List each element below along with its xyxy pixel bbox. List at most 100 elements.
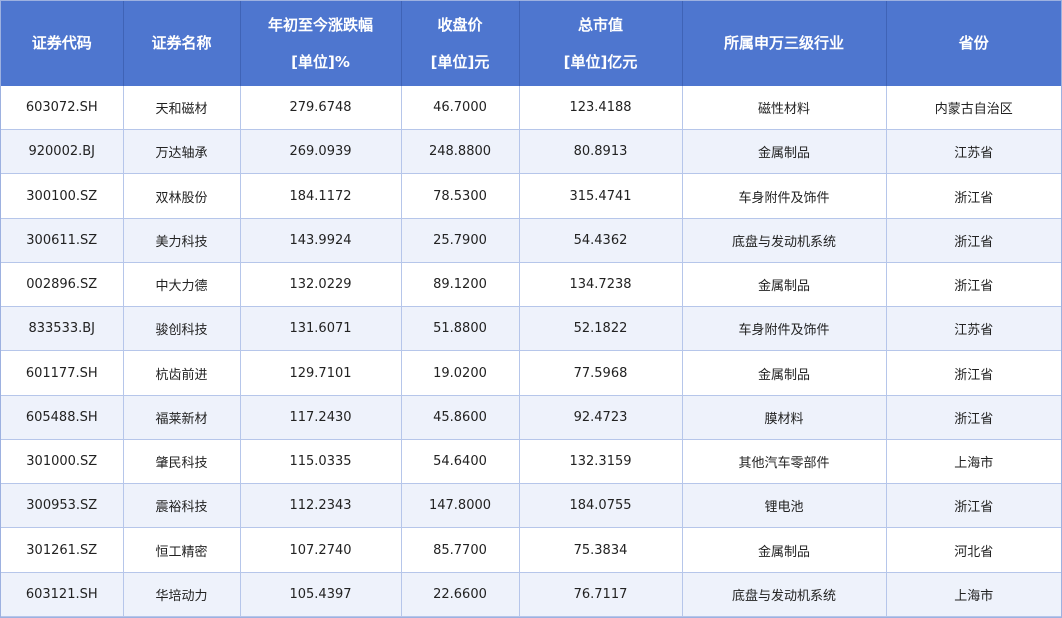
- cell-code: 601177.SH: [1, 350, 124, 396]
- cell-code: 603072.SH: [1, 86, 124, 131]
- cell-code: 002896.SZ: [1, 262, 124, 308]
- cell-industry: 金属制品: [682, 350, 887, 396]
- cell-ytd-change: 112.2343: [240, 483, 402, 529]
- cell-industry: 底盘与发动机系统: [682, 218, 887, 263]
- cell-code: 605488.SH: [1, 395, 124, 440]
- cell-industry: 其他汽车零部件: [682, 439, 887, 485]
- cell-name: 中大力德: [123, 262, 241, 308]
- column-header-title: 所属申万三级行业: [723, 34, 844, 52]
- cell-close-price: 46.7000: [401, 86, 520, 131]
- table-row: 833533.BJ 骏创科技 131.6071 51.8800 52.1822 车身附件及…: [1, 306, 1061, 352]
- cell-name: 杭齿前进: [123, 350, 241, 396]
- cell-market-cap: 52.1822: [519, 306, 683, 352]
- column-header-unit: [单位]元: [430, 52, 490, 71]
- cell-industry: 底盘与发动机系统: [682, 572, 887, 618]
- cell-province: 浙江省: [886, 262, 1061, 308]
- cell-ytd-change: 131.6071: [240, 306, 402, 352]
- cell-industry: 金属制品: [682, 262, 887, 308]
- column-header-unit: [单位]亿元: [563, 52, 638, 71]
- cell-market-cap: 315.4741: [519, 173, 683, 219]
- cell-province: 上海市: [886, 572, 1061, 618]
- cell-industry: 车身附件及饰件: [682, 173, 887, 219]
- cell-name: 肇民科技: [123, 439, 241, 485]
- cell-market-cap: 184.0755: [519, 483, 683, 529]
- cell-close-price: 51.8800: [401, 306, 520, 352]
- table-body: 603072.SH 天和磁材 279.6748 46.7000 123.4188 磁性材料…: [1, 86, 1061, 618]
- cell-name: 天和磁材: [123, 86, 241, 131]
- table-row: 605488.SH 福莱新材 117.2430 45.8600 92.4723 膜材料 浙江…: [1, 395, 1061, 440]
- cell-ytd-change: 279.6748: [240, 86, 402, 131]
- cell-province: 浙江省: [886, 350, 1061, 396]
- cell-market-cap: 75.3834: [519, 527, 683, 573]
- table-row: 002896.SZ 中大力德 132.0229 89.1200 134.7238 金属制品…: [1, 262, 1061, 308]
- cell-ytd-change: 132.0229: [240, 262, 402, 308]
- cell-ytd-change: 105.4397: [240, 572, 402, 618]
- stock-table-container: 证券代码 证券名称 年初至今涨跌幅 [单位]% 收盘价 [单位]元 总市值 [单位]亿元 所属申…: [0, 0, 1062, 618]
- cell-province: 浙江省: [886, 483, 1061, 529]
- table-row: 300953.SZ 震裕科技 112.2343 147.8000 184.0755 锂电池…: [1, 483, 1061, 529]
- cell-name: 华培动力: [123, 572, 241, 618]
- cell-province: 江苏省: [886, 129, 1061, 175]
- column-header-title: 证券代码: [31, 34, 92, 52]
- table-row: 603072.SH 天和磁材 279.6748 46.7000 123.4188 磁性材料…: [1, 86, 1061, 131]
- cell-province: 江苏省: [886, 306, 1061, 352]
- column-header-code: 证券代码: [1, 1, 124, 86]
- cell-code: 833533.BJ: [1, 306, 124, 352]
- cell-close-price: 89.1200: [401, 262, 520, 308]
- cell-province: 内蒙古自治区: [886, 86, 1061, 131]
- column-header-ytd-change: 年初至今涨跌幅 [单位]%: [240, 1, 402, 86]
- table-row: 920002.BJ 万达轴承 269.0939 248.8800 80.8913 金属制品…: [1, 129, 1061, 175]
- cell-code: 920002.BJ: [1, 129, 124, 175]
- cell-market-cap: 54.4362: [519, 218, 683, 263]
- column-header-province: 省份: [886, 1, 1061, 86]
- cell-ytd-change: 184.1172: [240, 173, 402, 219]
- cell-name: 骏创科技: [123, 306, 241, 352]
- cell-province: 浙江省: [886, 173, 1061, 219]
- cell-industry: 磁性材料: [682, 86, 887, 131]
- table-row: 601177.SH 杭齿前进 129.7101 19.0200 77.5968 金属制品浙…: [1, 350, 1061, 396]
- cell-code: 300100.SZ: [1, 173, 124, 219]
- cell-province: 浙江省: [886, 395, 1061, 440]
- cell-code: 301261.SZ: [1, 527, 124, 573]
- column-header-title: 年初至今涨跌幅: [267, 15, 373, 34]
- cell-name: 美力科技: [123, 218, 241, 263]
- cell-industry: 金属制品: [682, 527, 887, 573]
- cell-industry: 车身附件及饰件: [682, 306, 887, 352]
- cell-market-cap: 92.4723: [519, 395, 683, 440]
- cell-industry: 膜材料: [682, 395, 887, 440]
- cell-ytd-change: 115.0335: [240, 439, 402, 485]
- column-header-market-cap: 总市值 [单位]亿元: [519, 1, 683, 86]
- cell-close-price: 25.7900: [401, 218, 520, 263]
- stock-table: 证券代码 证券名称 年初至今涨跌幅 [单位]% 收盘价 [单位]元 总市值 [单位]亿元 所属申…: [1, 1, 1061, 618]
- cell-industry: 锂电池: [682, 483, 887, 529]
- cell-close-price: 78.5300: [401, 173, 520, 219]
- table-row: 301000.SZ 肇民科技 115.0335 54.6400 132.3159 其他汽车…: [1, 439, 1061, 485]
- column-header-industry: 所属申万三级行业: [682, 1, 887, 86]
- cell-close-price: 19.0200: [401, 350, 520, 396]
- cell-name: 万达轴承: [123, 129, 241, 175]
- cell-name: 震裕科技: [123, 483, 241, 529]
- column-header-title: 收盘价: [437, 15, 483, 34]
- cell-market-cap: 80.8913: [519, 129, 683, 175]
- cell-code: 301000.SZ: [1, 439, 124, 485]
- column-header-close-price: 收盘价 [单位]元: [401, 1, 520, 86]
- cell-close-price: 85.7700: [401, 527, 520, 573]
- cell-market-cap: 76.7117: [519, 572, 683, 618]
- column-header-name: 证券名称: [123, 1, 241, 86]
- cell-close-price: 54.6400: [401, 439, 520, 485]
- cell-ytd-change: 117.2430: [240, 395, 402, 440]
- column-header-title: 省份: [958, 34, 989, 52]
- cell-close-price: 45.8600: [401, 395, 520, 440]
- column-header-unit: [单位]%: [291, 52, 350, 71]
- cell-name: 福莱新材: [123, 395, 241, 440]
- cell-industry: 金属制品: [682, 129, 887, 175]
- cell-ytd-change: 129.7101: [240, 350, 402, 396]
- cell-province: 上海市: [886, 439, 1061, 485]
- cell-name: 双林股份: [123, 173, 241, 219]
- table-row: 300100.SZ 双林股份 184.1172 78.5300 315.4741 车身附件…: [1, 173, 1061, 219]
- cell-close-price: 147.8000: [401, 483, 520, 529]
- cell-code: 300611.SZ: [1, 218, 124, 263]
- cell-province: 河北省: [886, 527, 1061, 573]
- table-row: 603121.SH 华培动力 105.4397 22.6600 76.7117 底盘与发动…: [1, 572, 1061, 618]
- cell-market-cap: 77.5968: [519, 350, 683, 396]
